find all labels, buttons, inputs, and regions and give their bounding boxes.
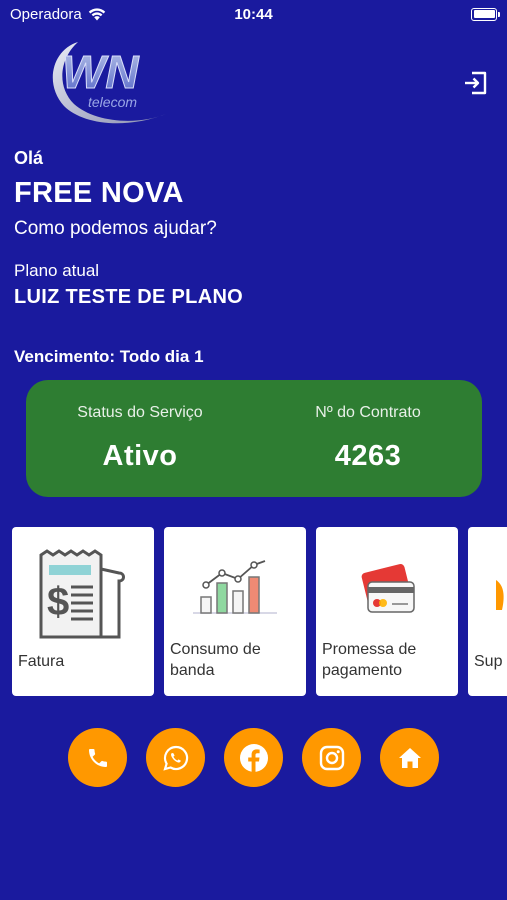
contract-number-value: 4263 [334, 440, 402, 472]
svg-text:$: $ [47, 580, 69, 624]
whatsapp-icon [162, 745, 188, 771]
home-button[interactable] [380, 728, 439, 787]
logout-icon[interactable] [463, 70, 489, 96]
card-consumo-de-banda[interactable]: Consumo de banda [164, 527, 306, 696]
social-bar [0, 728, 507, 788]
whatsapp-button[interactable] [146, 728, 205, 787]
plan-label: Plano atual [14, 261, 100, 280]
service-status-label: Status do Serviço [77, 404, 203, 421]
bandwidth-chart-icon [164, 553, 306, 623]
contract-number-label: Nº do Contrato [315, 404, 421, 421]
carrier-name: Operadora [10, 5, 82, 23]
status-left: Operadora [10, 6, 106, 23]
card-promessa-de-pagamento[interactable]: Promessa de pagamento [316, 527, 458, 696]
card-consumo-de-banda-label: Consumo de banda [170, 641, 261, 679]
service-status: Status do Serviço Ativo [26, 380, 254, 497]
greeting-hello: Olá [14, 148, 44, 168]
company-logo: WN telecom [52, 42, 166, 124]
feature-cards: $ Fatura Consumo de banda Promessa de pa… [12, 527, 507, 697]
battery-icon [471, 7, 500, 21]
contract-number: Nº do Contrato 4263 [254, 380, 482, 497]
facebook-icon [239, 743, 268, 772]
support-icon [496, 575, 506, 615]
card-promessa-de-pagamento-label: Promessa de pagamento [322, 641, 417, 679]
svg-text:telecom: telecom [88, 94, 137, 110]
wifi-icon [88, 8, 105, 21]
home-icon [398, 747, 421, 768]
card-suporte-label: Sup [474, 653, 503, 670]
service-status-card: Status do Serviço Ativo Nº do Contrato 4… [26, 380, 482, 497]
due-date: Vencimento: Todo dia 1 [14, 347, 204, 366]
card-suporte[interactable]: Sup [468, 527, 507, 696]
client-name: FREE NOVA [14, 177, 184, 209]
help-question: Como podemos ajudar? [14, 218, 217, 239]
service-status-value: Ativo [102, 440, 178, 472]
card-fatura-label: Fatura [18, 653, 65, 670]
phone-icon [88, 748, 107, 767]
instagram-button[interactable] [302, 728, 361, 787]
credit-card-icon [316, 557, 458, 621]
plan-name: LUIZ TESTE DE PLANO [14, 286, 244, 308]
phone-button[interactable] [68, 728, 127, 787]
svg-text:WN: WN [62, 46, 139, 98]
invoice-icon: $ [12, 549, 154, 644]
instagram-icon [319, 745, 344, 770]
card-fatura[interactable]: $ Fatura [12, 527, 154, 696]
facebook-button[interactable] [224, 728, 283, 787]
status-bar: Operadora 10:44 [0, 0, 507, 28]
